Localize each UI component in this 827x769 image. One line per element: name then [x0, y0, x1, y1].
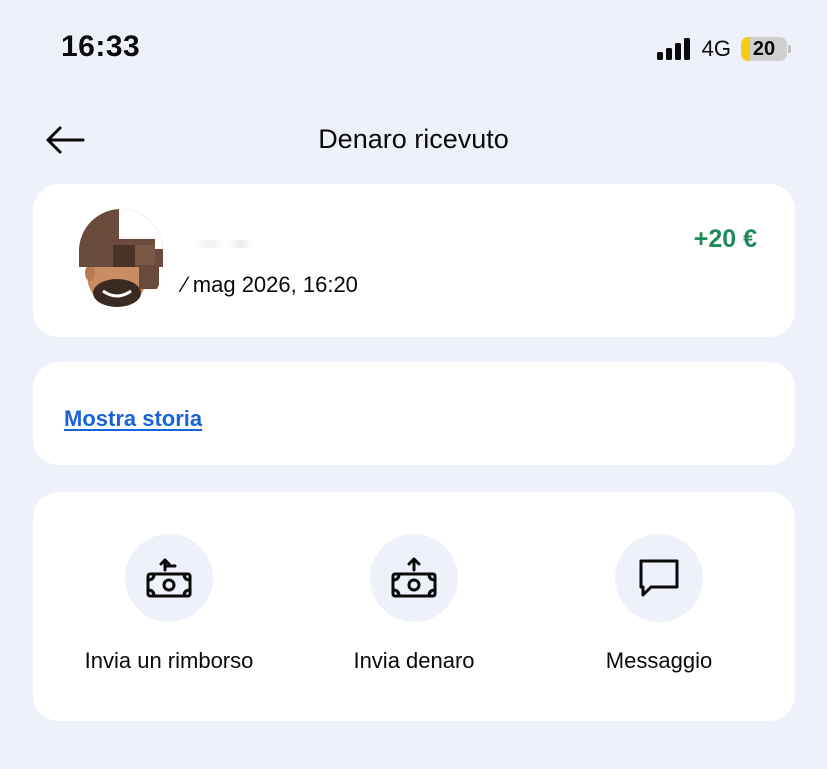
message-icon-circle [615, 534, 703, 622]
message-icon [639, 559, 679, 597]
history-card: Mostra storia [33, 362, 795, 465]
send-money-icon [391, 557, 437, 598]
send-money-icon-circle [370, 534, 458, 622]
status-indicators: 4G 20 [656, 36, 791, 62]
send-refund-button[interactable]: Invia un rimborso [47, 534, 291, 684]
battery-tip [788, 45, 791, 53]
avatar [79, 209, 163, 309]
message-label: Messaggio [605, 648, 713, 673]
message-button[interactable]: Messaggio [537, 534, 781, 684]
send-refund-icon [146, 558, 192, 598]
send-money-button[interactable]: Invia denaro [292, 534, 536, 684]
page-title: Denaro ricevuto [318, 124, 509, 154]
transaction-card: ⁄ mag 2026, 16:20 +20 € [33, 184, 795, 337]
signal-strength-icon [656, 38, 690, 60]
actions-card: Invia un rimborso Invia denaro Messaggio [33, 492, 795, 721]
status-bar: 16:33 4G 20 [0, 0, 827, 100]
transaction-amount: +20 € [693, 225, 757, 253]
send-refund-label: Invia un rimborso [84, 648, 254, 673]
status-time: 16:33 [61, 30, 141, 63]
battery-level: 20 [752, 38, 776, 60]
send-money-label: Invia denaro [353, 648, 475, 673]
counterparty-name [187, 232, 253, 242]
show-history-link[interactable]: Mostra storia [64, 406, 202, 432]
transaction-date: ⁄ mag 2026, 16:20 [183, 272, 358, 297]
send-refund-icon-circle [125, 534, 213, 622]
battery-icon: 20 [741, 37, 787, 61]
network-type: 4G [701, 36, 731, 61]
